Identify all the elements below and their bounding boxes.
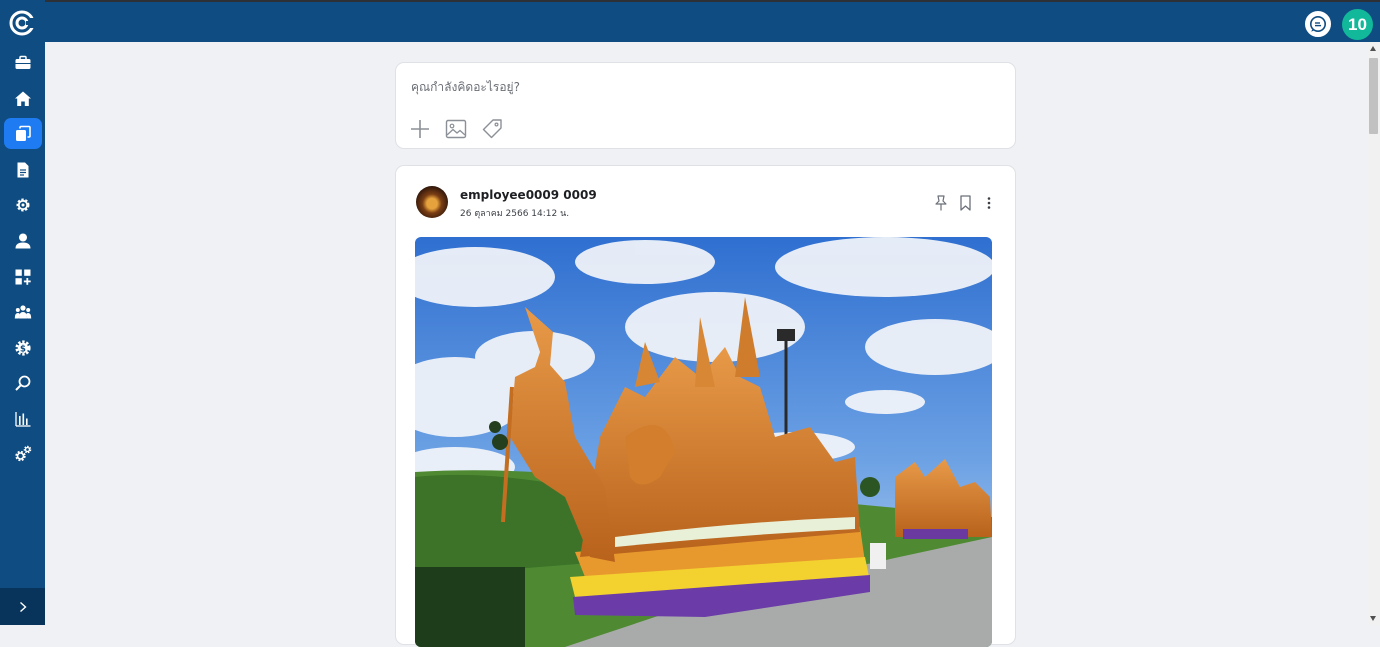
user-avatar-badge[interactable]: 10 (1342, 9, 1373, 40)
briefcase-icon (15, 55, 31, 69)
home-icon (15, 91, 31, 106)
plus-icon (411, 120, 429, 138)
post-composer (395, 62, 1016, 149)
c-logo-icon[interactable] (9, 10, 35, 36)
sidebar-item-apps[interactable] (4, 261, 42, 292)
sidebar-expand-button[interactable] (0, 588, 45, 625)
candle-festival-float-photo (415, 237, 992, 647)
sidebar-item-settings[interactable] (4, 189, 42, 220)
search-icon (15, 375, 31, 391)
post-image[interactable] (415, 237, 992, 647)
copy-icon (16, 125, 31, 141)
chat-bubble-icon (1310, 16, 1326, 32)
sidebar-item-copy[interactable] (4, 118, 42, 149)
post-card: employee0009 0009 26 ตุลาคม 2566 14:12 น… (395, 165, 1016, 647)
scroll-up-arrow-icon[interactable] (1370, 46, 1376, 51)
sidebar-item-home[interactable] (4, 83, 42, 114)
sidebar-item-user[interactable] (4, 225, 42, 256)
image-icon (445, 119, 467, 139)
author-avatar[interactable] (416, 186, 448, 218)
tag-icon (482, 119, 502, 139)
add-image-button[interactable] (445, 118, 467, 140)
bar-chart-icon (15, 411, 31, 427)
sidebar-item-team[interactable] (4, 296, 42, 327)
pin-icon (935, 195, 947, 211)
chevron-right-icon (19, 601, 27, 612)
sidebar-item-document[interactable] (4, 154, 42, 185)
pin-button[interactable] (933, 194, 949, 212)
bookmark-button[interactable] (957, 194, 973, 212)
gear-icon (16, 198, 30, 211)
page-scrollbar[interactable] (1367, 42, 1380, 625)
post-input[interactable] (409, 76, 1003, 98)
document-icon (17, 162, 29, 177)
sidebar-item-briefcase[interactable] (4, 47, 42, 78)
team-icon (14, 304, 32, 318)
apps-add-icon (15, 269, 31, 285)
sidebar: $ (0, 0, 45, 625)
more-vertical-icon (987, 197, 991, 209)
gears-icon (15, 445, 32, 461)
post-timestamp: 26 ตุลาคม 2566 14:12 น. (460, 209, 570, 219)
more-options-button[interactable] (981, 194, 997, 212)
add-tag-button[interactable] (481, 118, 503, 140)
sidebar-item-reports[interactable] (4, 403, 42, 434)
top-bar: 10 (0, 0, 1380, 42)
sidebar-item-search[interactable] (4, 367, 42, 398)
sidebar-item-money-settings[interactable]: $ (4, 332, 42, 363)
user-icon (15, 233, 31, 248)
chat-button[interactable] (1303, 9, 1333, 39)
money-settings-icon: $ (15, 339, 31, 356)
bookmark-icon (959, 195, 971, 211)
add-button[interactable] (409, 118, 431, 140)
scroll-down-arrow-icon[interactable] (1370, 616, 1376, 621)
scroll-thumb[interactable] (1369, 58, 1378, 134)
sidebar-item-configuration[interactable] (4, 438, 42, 469)
post-author-name[interactable]: employee0009 0009 (460, 188, 597, 202)
svg-text:$: $ (20, 344, 26, 354)
